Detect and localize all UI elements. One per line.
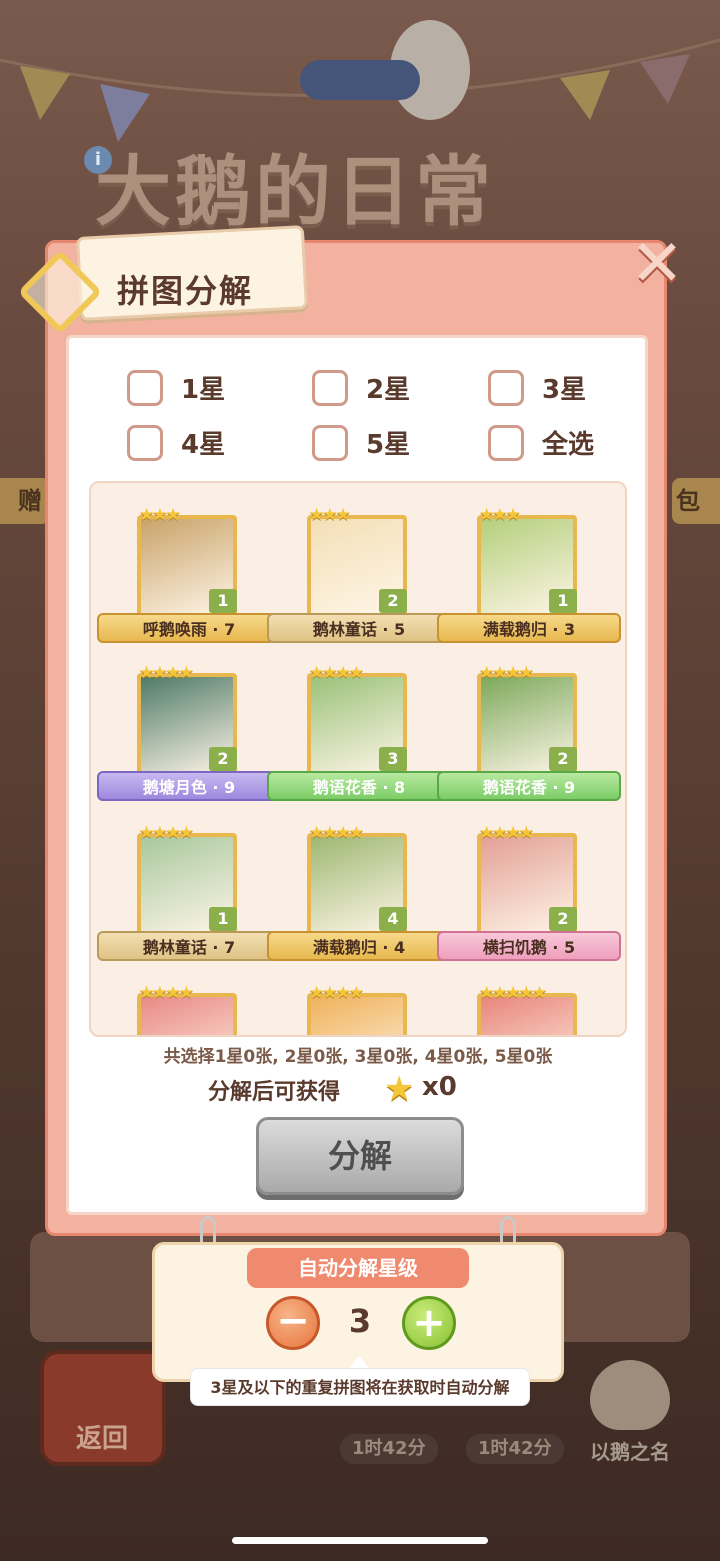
piece-count-badge: 3 [379,747,407,771]
puzzle-card[interactable]: ★★★ 1 呼鹅唤雨 · 7 [97,485,281,645]
selection-summary: 共选择1星0张, 2星0张, 3星0张, 4星0张, 5星0张 [163,1047,553,1067]
timer-badge: 1时42分 [340,1434,438,1464]
puzzle-card[interactable]: ★★★★ [109,963,269,1035]
puzzle-grid: ★★★ 1 呼鹅唤雨 · 7 ★★★ 2 鹅林童话 · 5 ★★★ 1 满载鹅归 · 3 ★★★★… [89,481,627,1037]
star-rating: ★★★★★ [479,983,547,1003]
reward-label: 分解后可获得 [208,1080,341,1105]
decrease-level-button[interactable]: − [266,1296,320,1350]
puzzle-card[interactable]: ★★★★ 1 鹅林童话 · 7 [97,803,281,963]
star-icon: ★ [384,1069,415,1109]
star-rating: ★★★★ [479,823,534,843]
name-label: 以鹅之名 [590,1440,670,1464]
piece-name-ribbon: 满载鹅归 · 3 [437,613,621,643]
checkbox[interactable] [312,424,348,461]
piece-name-ribbon: 鹅语花香 · 9 [437,771,621,801]
star-rating: ★★★ [139,505,181,525]
filter-select-all[interactable]: 全选 [488,424,594,461]
goose-mascot-icon [590,1360,670,1430]
piece-count-badge: 4 [379,907,407,931]
timer-badge: 1时42分 [466,1434,564,1464]
puzzle-card[interactable]: ★★★★ 3 鹅语花香 · 8 [267,643,451,803]
checkbox-label: 1星 [181,375,226,405]
piece-name-ribbon: 呼鹅唤雨 · 7 [97,613,281,643]
piece-count-badge: 1 [209,907,237,931]
puzzle-card[interactable]: ★★★★ 2 鹅语花香 · 9 [437,643,621,803]
filter-3-star[interactable]: 3星 [488,369,586,406]
piece-count-badge: 2 [209,747,237,771]
checkbox-label: 全选 [542,430,595,460]
piece-name-ribbon: 满载鹅归 · 4 [267,931,451,961]
piece-name-ribbon: 鹅林童话 · 7 [97,931,281,961]
auto-decompose-title: 自动分解星级 [247,1248,469,1288]
piece-count-badge: 1 [209,589,237,613]
piece-count-badge: 2 [549,907,577,931]
piece-name-ribbon: 鹅塘月色 · 9 [97,771,281,801]
star-rating: ★★★★ [309,823,364,843]
checkbox[interactable] [488,424,524,461]
checkbox[interactable] [312,369,348,406]
filter-4-star[interactable]: 4星 [127,424,225,461]
puzzle-card[interactable]: ★★★★ 4 满载鹅归 · 4 [267,803,451,963]
filter-2-star[interactable]: 2星 [312,369,410,406]
game-title: 大鹅的日常 [95,147,495,236]
star-rating: ★★★★ [479,663,534,683]
puzzle-card[interactable]: ★★★★ [279,963,439,1035]
piece-count-badge: 1 [549,589,577,613]
star-rating: ★★★★ [139,663,194,683]
checkbox-label: 5星 [366,430,411,460]
star-rating: ★★★ [309,505,351,525]
filter-5-star[interactable]: 5星 [312,424,410,461]
puzzle-card[interactable]: ★★★★ 2 横扫饥鹅 · 5 [437,803,621,963]
reward-value: x0 [422,1072,457,1102]
checkbox-label: 3星 [542,375,587,405]
piece-name-ribbon: 鹅语花香 · 8 [267,771,451,801]
piece-name-ribbon: 横扫饥鹅 · 5 [437,931,621,961]
decompose-button[interactable]: 分解 [256,1117,464,1195]
increase-level-button[interactable]: + [402,1296,456,1350]
dialog-title: 拼图分解 [117,272,254,310]
auto-decompose-hint: 3星及以下的重复拼图将在获取时自动分解 [190,1368,530,1406]
puzzle-card[interactable]: ★★★ 1 满载鹅归 · 3 [437,485,621,645]
checkbox[interactable] [127,424,163,461]
side-gift-tab[interactable]: 赠 [0,478,50,524]
checkbox-label: 4星 [181,430,226,460]
checkbox[interactable] [127,369,163,406]
return-label: 返回 [76,1424,129,1454]
puzzle-card[interactable]: ★★★★ 2 鹅塘月色 · 9 [97,643,281,803]
piece-count-badge: 2 [549,747,577,771]
home-indicator[interactable] [232,1537,488,1544]
puzzle-card[interactable]: ★★★★★ [449,963,609,1035]
auto-level-value: 3 [348,1302,372,1340]
checkbox-label: 2星 [366,375,411,405]
star-rating: ★★★★ [309,983,364,1003]
puzzle-card[interactable]: ★★★ 2 鹅林童话 · 5 [267,485,451,645]
filter-1-star[interactable]: 1星 [127,369,225,406]
piece-count-badge: 2 [379,589,407,613]
piece-name-ribbon: 鹅林童话 · 5 [267,613,451,643]
star-rating: ★★★★ [139,823,194,843]
star-rating: ★★★★ [139,983,194,1003]
side-bag-tab[interactable]: 包 [672,478,720,524]
tooltip-caret [349,1356,369,1368]
star-rating: ★★★★ [309,663,364,683]
star-rating: ★★★ [479,505,521,525]
checkbox[interactable] [488,369,524,406]
close-button[interactable]: ✕ [627,232,687,296]
